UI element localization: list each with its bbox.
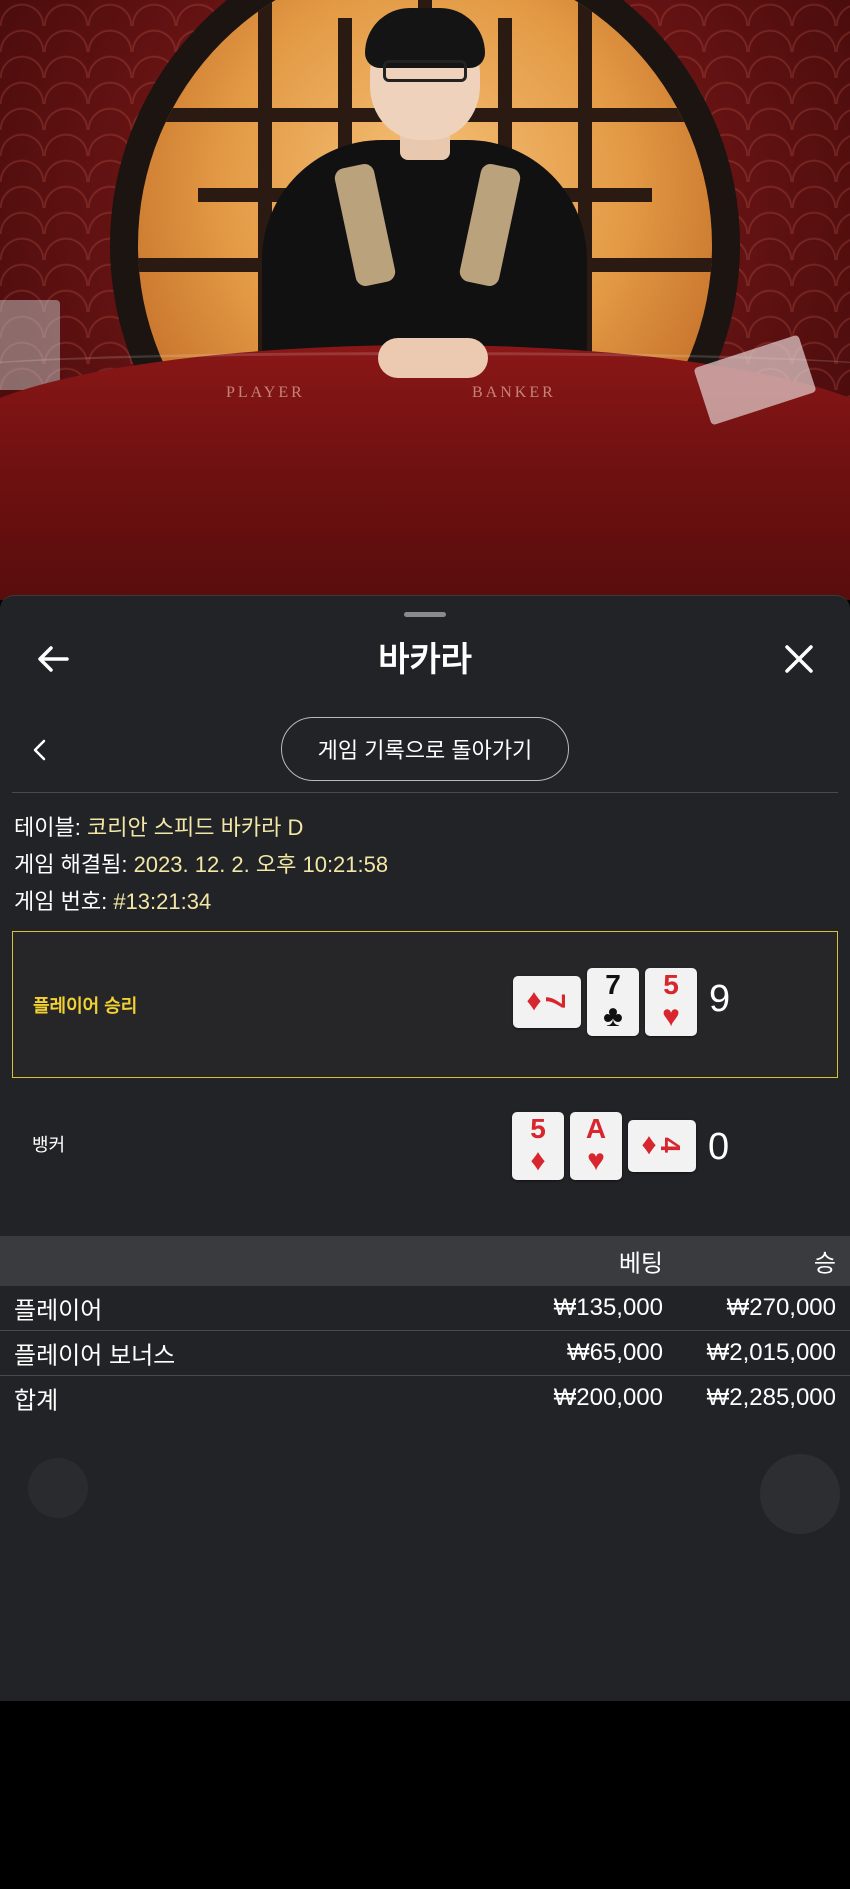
banker-card: 4 ♦: [628, 1120, 696, 1172]
game-number-info: 게임 번호: #13:21:34: [14, 889, 212, 914]
game-number: #13:21:34: [113, 889, 212, 914]
bet-column-header: 베팅: [618, 1250, 663, 1278]
banker-card: 5 ♦: [512, 1112, 564, 1180]
card-rank: 7: [605, 969, 621, 1000]
table-player-text: PLAYER: [226, 384, 305, 401]
table-info: 테이블: 코리안 스피드 바카라 D: [14, 815, 304, 840]
player-score: 9: [709, 978, 731, 1020]
player-card: 7 ♣: [587, 968, 639, 1036]
player-card: 5 ♥: [645, 968, 697, 1036]
player-card: 7 ♦: [513, 976, 581, 1028]
card-suit-icon: ♥: [662, 1000, 680, 1033]
card-suit-icon: ♦: [526, 984, 542, 1017]
chevron-left-icon[interactable]: [24, 730, 54, 770]
divider: [12, 792, 838, 793]
banker-score: 0: [708, 1126, 730, 1168]
banker-card: A ♥: [570, 1112, 622, 1180]
total-row: 합계 ₩200,000 ₩2,285,000: [14, 1384, 836, 1415]
back-to-records-button[interactable]: 게임 기록으로 돌아가기: [281, 717, 569, 781]
card-suit-icon: ♣: [603, 1000, 623, 1033]
table-name: 코리안 스피드 바카라 D: [86, 815, 304, 840]
table-banker-text: BANKER: [472, 384, 556, 401]
card-rank: 5: [663, 969, 679, 1000]
drag-handle[interactable]: [404, 612, 446, 617]
ghost-chip: [28, 1458, 88, 1518]
card-suit-icon: ♥: [587, 1144, 605, 1177]
banker-hand-row: 뱅커 5 ♦ A ♥ 4 ♦ 0: [12, 1078, 838, 1215]
player-win-label: 플레이어 승리: [33, 996, 138, 1016]
card-suit-icon: ♦: [641, 1128, 657, 1161]
player-hand-row: 플레이어 승리 7 ♦ 7 ♣ 5 ♥ 9: [12, 931, 838, 1078]
card-suit-icon: ♦: [530, 1144, 546, 1177]
win-column-header: 승: [813, 1250, 836, 1278]
close-icon[interactable]: [776, 636, 822, 682]
dialog-title: 바카라: [378, 641, 472, 679]
resolved-info: 게임 해결됨: 2023. 12. 2. 오후 10:21:58: [14, 852, 389, 877]
banker-label: 뱅커: [32, 1135, 66, 1155]
table-row: 플레이어 ₩135,000 ₩270,000: [0, 1286, 850, 1331]
resolved-time: 2023. 12. 2. 오후 10:21:58: [133, 852, 389, 877]
ghost-menu: [760, 1454, 840, 1534]
card-rank: 5: [530, 1113, 546, 1144]
table-row: 플레이어 보너스 ₩65,000 ₩2,015,000: [0, 1331, 850, 1376]
bets-table: 베팅 승 플레이어 ₩135,000 ₩270,000 플레이어 보너스 ₩65…: [0, 1236, 850, 1420]
card-rank: A: [585, 1113, 607, 1144]
live-video: PLAYER BANKER: [0, 0, 850, 600]
bets-table-header: 베팅 승: [0, 1236, 850, 1286]
game-history-panel: 바카라 게임 기록으로 돌아가기 테이블: 코리안 스피드 바카라 D 게임 해…: [0, 595, 850, 1701]
